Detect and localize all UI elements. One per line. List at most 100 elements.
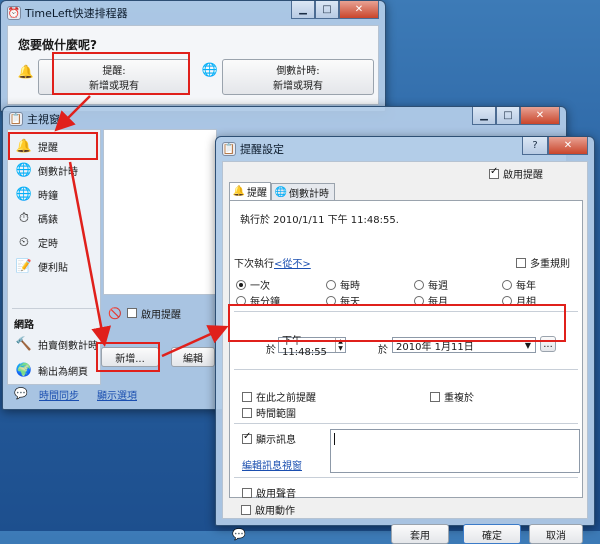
ok-button[interactable]: 確定 — [463, 524, 521, 544]
remind-before-label: 在此之前提醒 — [256, 393, 316, 404]
annotation-highlight-sidebar-reminder — [8, 132, 98, 160]
dialog-close-button[interactable]: ✕ — [548, 137, 588, 155]
quick-scheduler-window: ⏰ TimeLeft快速排程器 ▁ □ ✕ 您要做什麼呢? 🔔 提醒: 新增或現… — [0, 0, 386, 112]
bell-icon: 🔔 — [232, 186, 246, 197]
enable-action-checkbox[interactable] — [241, 504, 251, 515]
main-window-title: 主視窗 — [27, 113, 60, 126]
sidebar-item-export-webpage[interactable]: 🌍 輸出為網頁 — [16, 362, 88, 378]
tab-reminder[interactable]: 🔔 提醒 — [229, 182, 271, 200]
display-options-link[interactable]: 顯示選項 — [97, 387, 137, 402]
frequency-label: 一次 — [250, 281, 270, 292]
multi-rule-label: 多重規則 — [530, 259, 570, 270]
sidebar-item-label: 定時 — [38, 238, 58, 250]
sidebar-item-timer[interactable]: ⏲ 定時 — [16, 234, 58, 250]
radio-hourly[interactable] — [326, 279, 336, 290]
frequency-yearly[interactable]: 每年 — [502, 277, 536, 292]
enable-reminder-label: 啟用提醒 — [141, 309, 181, 321]
no-entry-icon: 🚫 — [108, 306, 122, 320]
radio-weekly[interactable] — [414, 279, 424, 290]
edit-button[interactable]: 編輯 — [171, 347, 215, 367]
main-maximize-button[interactable]: □ — [496, 107, 520, 125]
enable-action-option[interactable]: 啟用動作 — [241, 502, 295, 517]
time-range-option[interactable]: 時間範圍 — [242, 405, 296, 420]
help-button[interactable]: ? — [522, 137, 548, 155]
countdown-choice-button[interactable]: 倒數計時: 新增或現有 — [222, 59, 374, 95]
sidebar-item-clock[interactable]: 🌐 時鐘 — [16, 186, 58, 202]
sidebar-item-label: 時鐘 — [38, 190, 58, 202]
enable-sound-option[interactable]: 啟用聲音 — [242, 485, 296, 500]
enable-reminder-toggle[interactable]: 🚫 啟用提醒 — [107, 305, 181, 321]
panel-divider — [234, 423, 578, 424]
time-range-label: 時間範圍 — [256, 409, 296, 420]
dialog-enable-reminder[interactable]: 啟用提醒 — [489, 166, 543, 181]
main-minimize-button[interactable]: ▁ — [472, 107, 496, 125]
cancel-button[interactable]: 取消 — [529, 524, 583, 544]
sidebar-item-stopwatch[interactable]: ⏱ 碼錶 — [16, 210, 58, 226]
dialog-controls: ? ✕ — [522, 137, 588, 155]
annotation-highlight-reminder-choice — [52, 52, 190, 95]
panel-divider — [234, 477, 578, 478]
enable-sound-checkbox[interactable] — [242, 487, 252, 498]
sidebar-item-label: 輸出為網頁 — [38, 366, 88, 378]
multi-rule-checkbox[interactable] — [516, 257, 526, 268]
next-execution-link[interactable]: <從不> — [274, 259, 311, 270]
enable-reminder-checkbox[interactable] — [127, 308, 137, 318]
sidebar-item-label: 倒數計時 — [38, 166, 78, 178]
globe-icon: 🌐 — [201, 62, 219, 78]
sidebar-item-countdown[interactable]: 🌐 倒數計時 — [16, 162, 78, 178]
tab-label: 倒數計時 — [289, 188, 329, 200]
enable-sound-label: 啟用聲音 — [256, 489, 296, 500]
main-window-controls: ▁ □ ✕ — [472, 107, 560, 125]
apply-button-label: 套用 — [410, 530, 430, 542]
sidebar-item-sticky-note[interactable]: 📝 便利貼 — [16, 258, 68, 274]
network-section-header: 網路 — [14, 320, 34, 331]
sidebar-divider — [12, 308, 96, 309]
time-range-checkbox[interactable] — [242, 407, 252, 418]
main-close-button[interactable]: ✕ — [520, 107, 560, 125]
tab-countdown[interactable]: 🌐 倒數計時 — [271, 183, 335, 200]
frequency-hourly[interactable]: 每時 — [326, 277, 360, 292]
reminder-tab-panel: 執行於 2010/1/11 下午 11:48:55. 下次執行<從不> 多重規則… — [229, 200, 583, 500]
message-textarea[interactable] — [330, 429, 580, 473]
main-sidebar: 🔔 提醒 🌐 倒數計時 🌐 時鐘 ⏱ 碼錶 ⏲ 定時 📝 便利貼 網路 🔨 拍賣… — [7, 129, 101, 385]
quick-scheduler-body: 您要做什麼呢? 🔔 提醒: 新增或現有 🌐 倒數計時: 新增或現有 — [7, 25, 379, 105]
frequency-label: 每週 — [428, 281, 448, 292]
globe-icon: 🌐 — [15, 186, 33, 202]
cancel-button-label: 取消 — [546, 530, 566, 542]
chat-icon: 💬 — [14, 386, 28, 400]
repeat-on-checkbox[interactable] — [430, 391, 440, 402]
close-button[interactable]: ✕ — [339, 1, 379, 19]
repeat-on-option[interactable]: 重複於 — [430, 389, 474, 404]
edit-message-window-link[interactable]: 編輯訊息視窗 — [242, 457, 302, 472]
frequency-weekly[interactable]: 每週 — [414, 277, 448, 292]
radio-yearly[interactable] — [502, 279, 512, 290]
globe-icon: 🌐 — [274, 186, 288, 198]
sidebar-item-label: 拍賣倒數計時 — [38, 340, 98, 352]
dialog-enable-reminder-checkbox[interactable] — [489, 166, 499, 179]
radio-once[interactable] — [236, 279, 246, 290]
show-message-option[interactable]: 顯示訊息 — [242, 431, 296, 446]
sidebar-item-label: 碼錶 — [38, 214, 58, 226]
sidebar-item-auction-countdown[interactable]: 🔨 拍賣倒數計時 — [16, 336, 98, 352]
frequency-once[interactable]: 一次 — [236, 277, 270, 292]
remind-before-option[interactable]: 在此之前提醒 — [242, 389, 316, 404]
date-on-label: 於 — [378, 345, 388, 356]
apply-button[interactable]: 套用 — [391, 524, 449, 544]
show-message-checkbox[interactable] — [242, 431, 252, 444]
dialog-title: 提醒設定 — [240, 143, 284, 156]
dialog-app-icon: 📋 — [222, 142, 236, 156]
main-window-app-icon: 📋 — [9, 112, 23, 126]
ok-button-label: 確定 — [482, 530, 502, 542]
timeleft-app-icon: ⏰ — [7, 6, 21, 20]
edit-button-label: 編輯 — [183, 353, 203, 365]
reminder-list[interactable] — [103, 129, 217, 295]
enable-action-label: 啟用動作 — [255, 506, 295, 517]
maximize-button[interactable]: □ — [315, 1, 339, 19]
text-cursor — [334, 433, 335, 445]
minimize-button[interactable]: ▁ — [291, 1, 315, 19]
remind-before-checkbox[interactable] — [242, 391, 252, 402]
annotation-highlight-datetime-area — [228, 304, 566, 342]
multi-rule-option[interactable]: 多重規則 — [516, 255, 570, 270]
repeat-on-label: 重複於 — [444, 393, 474, 404]
time-sync-link[interactable]: 時間同步 — [39, 387, 79, 402]
